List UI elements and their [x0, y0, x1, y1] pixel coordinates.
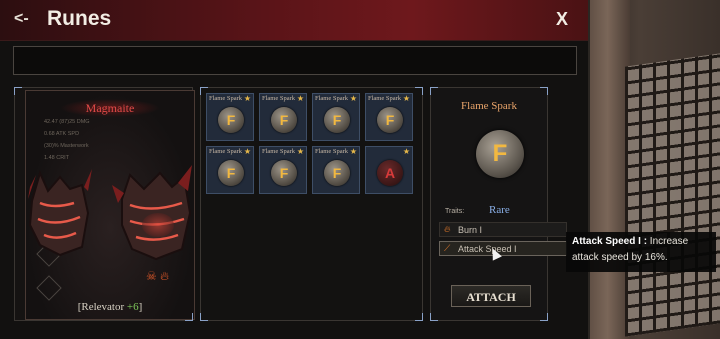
- trait-label: Attack Speed I: [458, 244, 517, 254]
- item-stat: 42.47 (87)25 DMG: [44, 119, 90, 125]
- rune-tile-name: Flame Spark: [315, 95, 349, 102]
- rune-symbol-icon: F: [385, 112, 395, 128]
- trait-tooltip: Attack Speed I : Increase attack speed b…: [566, 232, 716, 272]
- equipment-panel: Magmaite 42.47 (87)25 DMG 0.68 ATK SPD (…: [14, 87, 195, 321]
- star-icon: ★: [402, 147, 410, 156]
- equipment-card: Magmaite 42.47 (87)25 DMG 0.68 ATK SPD (…: [25, 90, 195, 320]
- rune-symbol-icon: F: [279, 165, 289, 181]
- rune-orb: F: [218, 107, 244, 133]
- star-icon: ★: [243, 147, 251, 156]
- star-icon: ★: [296, 147, 304, 156]
- runes-window: <- Runes X Magmaite 42.47 (87)25 DMG 0.6…: [0, 0, 590, 339]
- rune-tile-name: Flame Spark: [368, 95, 402, 102]
- relevator-label: Relevator: [81, 301, 125, 313]
- rune-tile-name: Flame Spark: [209, 95, 243, 102]
- item-stat: 0.68 ATK SPD: [44, 131, 80, 137]
- rune-tile[interactable]: Flame Spark ★ F: [365, 93, 413, 141]
- rune-tile-name: Flame Spark: [209, 148, 243, 155]
- item-status-icons: ☠ 🔥︎: [146, 269, 169, 284]
- flame-icon: 🔥︎: [444, 224, 451, 234]
- window-title: Runes: [47, 7, 112, 30]
- star-icon: ★: [296, 94, 304, 103]
- rune-inventory-grid: Flame Spark ★ F Flame Spark ★ F Flame Spark ★ F F…: [200, 87, 423, 321]
- close-button[interactable]: X: [556, 9, 568, 30]
- rune-tile-name: Flame Spark: [262, 148, 296, 155]
- rune-slot-2[interactable]: [36, 275, 62, 301]
- item-stat: 1.48 CRIT: [44, 155, 70, 161]
- rune-tile[interactable]: Flame Spark ★ F: [312, 146, 360, 194]
- back-button[interactable]: <-: [14, 10, 29, 28]
- rune-tile[interactable]: ★ A: [365, 146, 413, 194]
- rune-orb: F: [271, 160, 297, 186]
- rune-orb: F: [324, 160, 350, 186]
- detail-rune-orb: F: [476, 130, 524, 178]
- relevator-bonus: +6: [126, 301, 139, 313]
- rune-symbol-icon: A: [384, 165, 396, 181]
- relevator-level: [Relevator +6]: [77, 301, 143, 313]
- rune-tile-name: Flame Spark: [262, 95, 296, 102]
- item-name: Magmaite: [85, 101, 135, 115]
- trait-burn[interactable]: 🔥︎ Burn I: [439, 222, 567, 237]
- trait-label: Burn I: [458, 225, 483, 235]
- item-stat: (30)% Masterwork: [44, 143, 89, 149]
- rune-detail-panel: Flame Spark F Traits: Rare 🔥︎ Burn I ⟋ A…: [430, 87, 567, 321]
- rune-filter-bar[interactable]: [13, 46, 577, 75]
- rune-symbol-icon: F: [332, 165, 342, 181]
- rune-symbol-icon: F: [226, 165, 236, 181]
- rune-orb: F: [324, 107, 350, 133]
- rune-tile[interactable]: Flame Spark ★ F: [312, 93, 360, 141]
- title-bar: <- Runes X: [0, 0, 588, 41]
- attach-button[interactable]: ATTACH: [451, 285, 531, 307]
- rarity-label: Rare: [489, 204, 510, 216]
- flame-icon: 🔥︎: [160, 269, 169, 283]
- trait-attack-speed[interactable]: ⟋ Attack Speed I: [439, 241, 567, 256]
- iron-grate: [625, 53, 720, 337]
- game-world-backdrop: [585, 0, 720, 339]
- blade-icon: ⟋: [444, 243, 451, 253]
- rune-tile[interactable]: Flame Spark ★ F: [259, 93, 307, 141]
- detail-rune-name: Flame Spark: [461, 100, 517, 112]
- star-icon: ★: [243, 94, 251, 103]
- star-icon: ★: [402, 94, 410, 103]
- traits-label: Traits:: [445, 208, 465, 215]
- rune-symbol-icon: F: [492, 140, 508, 167]
- star-icon: ★: [349, 94, 357, 103]
- rune-orb: A: [377, 160, 403, 186]
- rune-tile-name: Flame Spark: [315, 148, 349, 155]
- rune-symbol-icon: F: [279, 112, 289, 128]
- stone-pillar: [585, 0, 630, 339]
- rune-orb: F: [377, 107, 403, 133]
- tooltip-title: Attack Speed I :: [572, 236, 648, 247]
- rune-tile[interactable]: Flame Spark ★ F: [259, 146, 307, 194]
- rune-tile[interactable]: Flame Spark ★ F: [206, 146, 254, 194]
- magmaite-pauldrons-image: [28, 165, 192, 261]
- star-icon: ★: [349, 147, 357, 156]
- rune-symbol-icon: F: [332, 112, 342, 128]
- skull-icon: ☠: [146, 269, 157, 283]
- rune-tile[interactable]: Flame Spark ★ F: [206, 93, 254, 141]
- rune-orb: F: [218, 160, 244, 186]
- rune-orb: F: [271, 107, 297, 133]
- rune-symbol-icon: F: [226, 112, 236, 128]
